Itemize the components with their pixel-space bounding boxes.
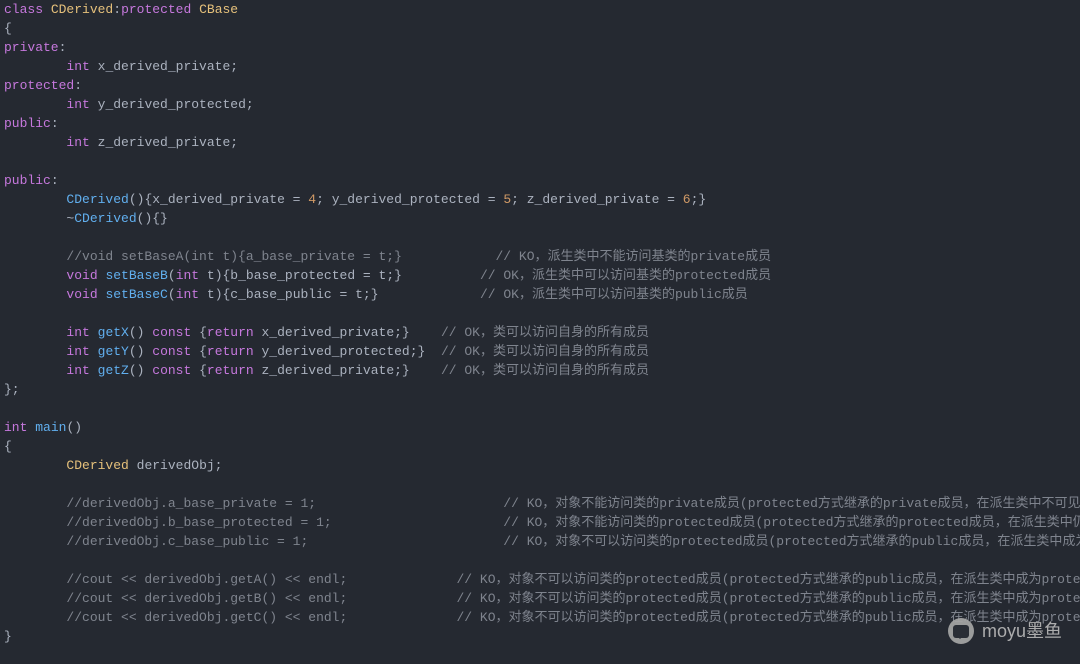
comment: // OK，类可以访问自身的所有成员 [441, 363, 649, 378]
comment: //void setBaseA(int t){a_base_private = … [66, 249, 771, 264]
watermark: moyu墨鱼 [948, 618, 1062, 644]
member-var: x_derived_private [98, 59, 231, 74]
destructor: CDerived [74, 211, 136, 226]
base-class: CBase [199, 2, 238, 17]
local-var: derivedObj [137, 458, 215, 473]
access-public: public [4, 116, 51, 131]
method: setBaseC [105, 287, 167, 302]
member-var: y_derived_protected [98, 97, 246, 112]
code-block: class CDerived:protected CBase { private… [0, 0, 1080, 646]
member-var: z_derived_private [98, 135, 231, 150]
class-name: CDerived [51, 2, 113, 17]
comment: //derivedObj.c_base_public = 1; // KO，对象… [66, 534, 1080, 549]
method: getX [98, 325, 129, 340]
access-public: public [4, 173, 51, 188]
comment: // OK，类可以访问自身的所有成员 [441, 344, 649, 359]
comment: //cout << derivedObj.getA() << endl; // … [66, 572, 1080, 587]
watermark-text: moyu墨鱼 [982, 622, 1062, 641]
comment: // OK，派生类中可以访问基类的protected成员 [480, 268, 771, 283]
method: getZ [98, 363, 129, 378]
keyword-class: class [4, 2, 43, 17]
main-func: main [35, 420, 66, 435]
comment: //derivedObj.b_base_protected = 1; // KO… [66, 515, 1080, 530]
method: setBaseB [105, 268, 167, 283]
keyword-protected: protected [121, 2, 191, 17]
access-private: private [4, 40, 59, 55]
comment: // OK，类可以访问自身的所有成员 [441, 325, 649, 340]
type-name: CDerived [66, 458, 128, 473]
comment: //cout << derivedObj.getB() << endl; // … [66, 591, 1080, 606]
comment: // OK，派生类中可以访问基类的public成员 [480, 287, 748, 302]
comment: //cout << derivedObj.getC() << endl; // … [66, 610, 1080, 625]
wechat-icon [948, 618, 974, 644]
method: getY [98, 344, 129, 359]
comment: //derivedObj.a_base_private = 1; // KO，对… [66, 496, 1080, 511]
access-protected: protected [4, 78, 74, 93]
constructor: CDerived [66, 192, 128, 207]
